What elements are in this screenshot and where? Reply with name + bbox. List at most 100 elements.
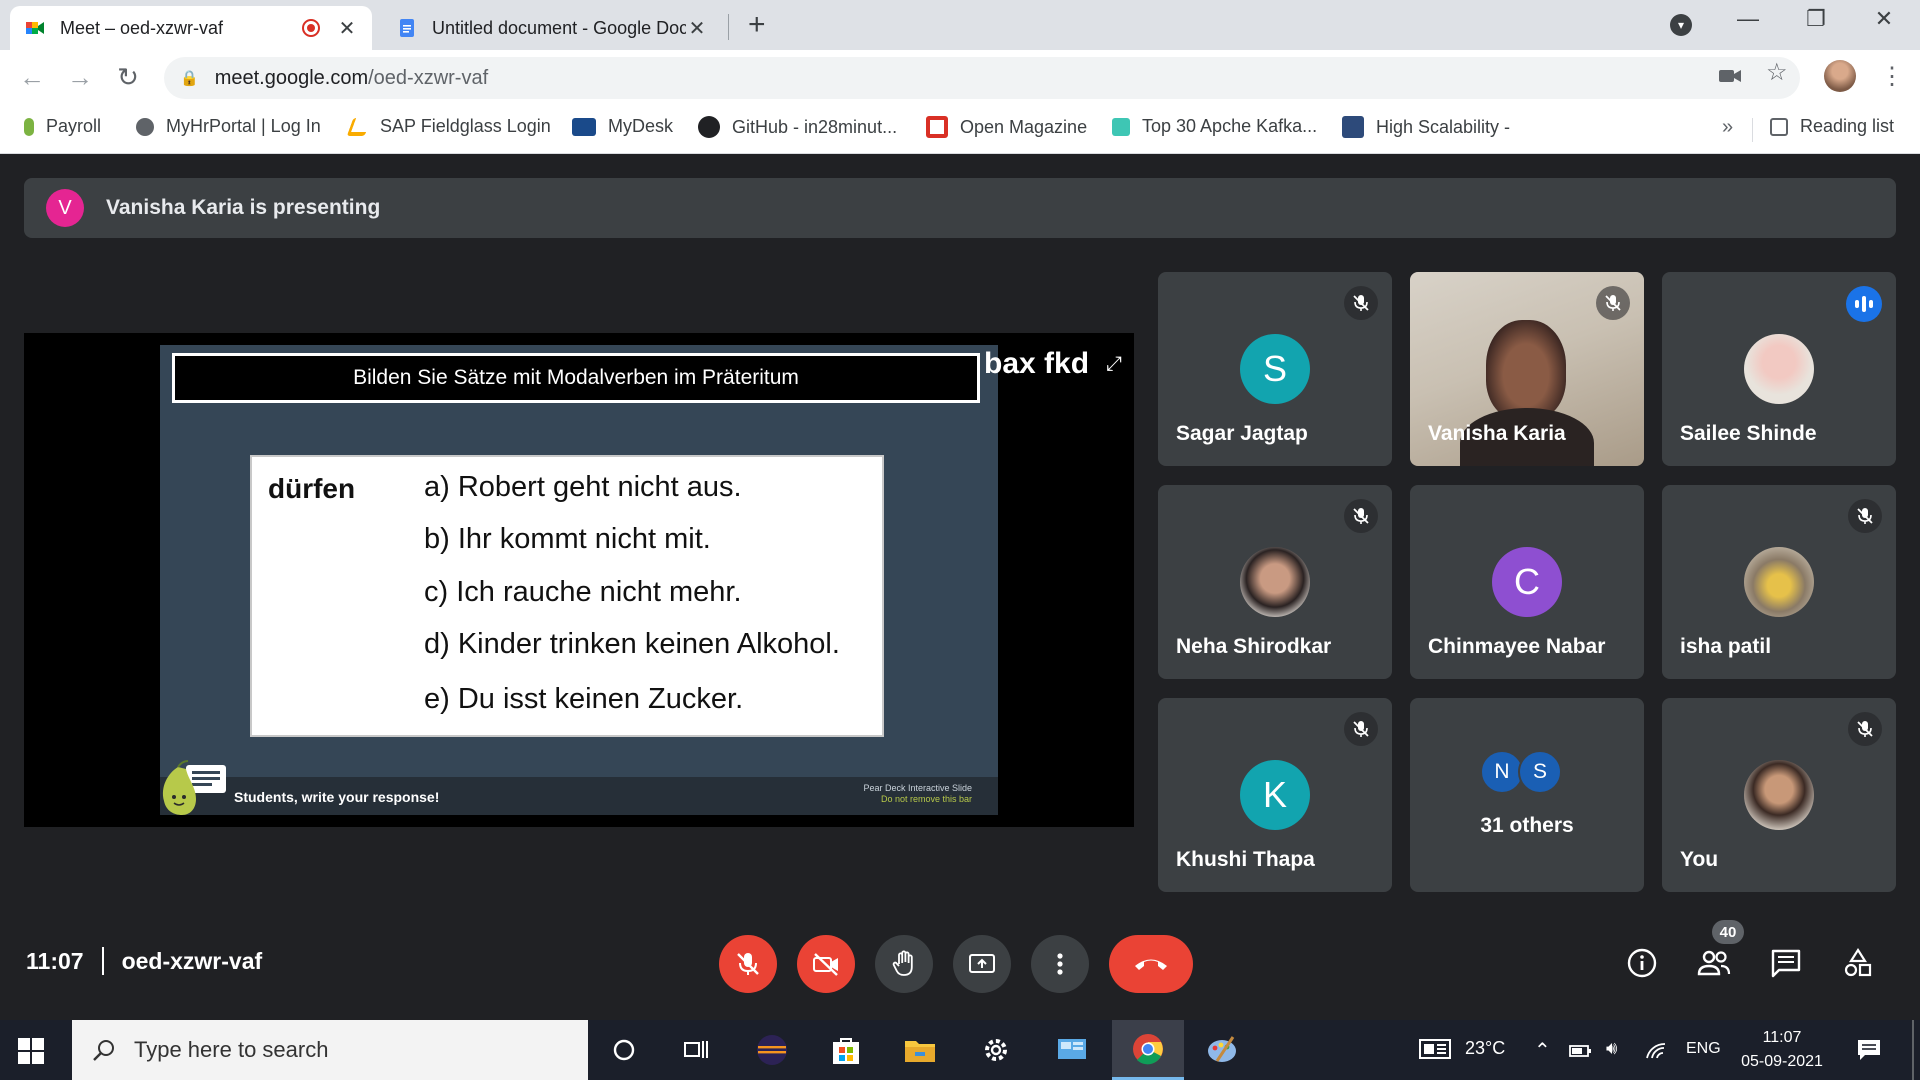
close-window-button[interactable]: ✕ [1864,6,1904,32]
bookmark-star-icon[interactable]: ☆ [1766,58,1788,87]
minimize-button[interactable]: — [1728,6,1768,32]
expand-icon[interactable]: ⤢ [1106,353,1122,376]
raise-hand-button[interactable] [875,935,933,993]
windows-start-icon[interactable] [18,1038,44,1064]
present-screen-button[interactable] [953,935,1011,993]
bookmark-sap-fieldglass[interactable]: SAP Fieldglass Login [346,116,551,137]
tab-search-icon[interactable]: ▾ [1670,14,1692,36]
cortana-icon[interactable] [588,1020,660,1080]
bookmark-mydesk[interactable]: MyDesk [572,116,673,137]
tab-meet[interactable]: Meet – oed-xzwr-vaf ✕ [10,6,372,50]
mic-off-icon [1344,712,1378,746]
microsoft-store-icon[interactable] [810,1020,882,1080]
participant-tile[interactable]: C Chinmayee Nabar [1410,485,1644,679]
close-tab-icon[interactable]: ✕ [336,16,358,41]
taskbar-search[interactable]: Type here to search [72,1020,588,1080]
bookmarks-bar: Payroll MyHrPortal | Log In SAP Fieldgla… [0,106,1920,154]
task-view-icon[interactable] [660,1020,732,1080]
bookmark-myhrportal[interactable]: MyHrPortal | Log In [136,116,321,137]
back-button[interactable]: ← [14,62,50,93]
activities-icon [1844,947,1872,977]
volume-icon[interactable]: 🔊︎ [1606,1038,1617,1059]
people-button[interactable] [1694,943,1734,983]
address-bar[interactable]: 🔒 meet.google.com/oed-xzwr-vaf [164,57,1800,99]
url-path: /oed-xzwr-vaf [368,66,489,89]
eclipse-icon[interactable] [736,1020,808,1080]
bookmarks-separator [1752,118,1753,142]
bookmark-kafka[interactable]: Top 30 Apche Kafka... [1112,116,1317,137]
battery-icon[interactable] [1568,1040,1594,1060]
meeting-time: 11:07 [26,947,84,974]
people-icon [1697,950,1731,976]
meeting-details-button[interactable] [1622,943,1662,983]
fieldglass-icon [346,117,372,136]
chrome-icon[interactable] [1112,1020,1184,1080]
participant-tile-self[interactable]: You [1662,698,1896,892]
browser-menu-icon[interactable]: ⋮ [1880,62,1904,91]
new-tab-button[interactable]: + [748,8,766,42]
participant-tile[interactable]: isha patil [1662,485,1896,679]
paint-icon[interactable] [1186,1020,1258,1080]
bookmark-payroll[interactable]: Payroll [24,116,101,137]
bookmark-label: Top 30 Apche Kafka... [1142,116,1318,136]
reading-list-button[interactable]: Reading list [1770,116,1894,137]
slide-footer: Students, write your response! Pear Deck… [160,777,998,815]
mic-off-icon [737,953,759,975]
participant-face [1486,320,1566,420]
divider [101,947,104,975]
meeting-info: 11:07 oed-xzwr-vaf [26,947,262,975]
participant-tile[interactable]: S Sagar Jagtap [1158,272,1392,466]
others-tile[interactable]: N S 31 others [1410,698,1644,892]
notifications-icon[interactable] [1856,1038,1882,1062]
temperature: 23°C [1465,1038,1506,1058]
input-language[interactable]: ENG [1686,1040,1721,1058]
bookmark-github[interactable]: GitHub - in28minut... [698,116,897,138]
wifi-icon[interactable] [1644,1040,1668,1060]
activities-button[interactable] [1838,943,1878,983]
restore-button[interactable]: ❐ [1796,6,1836,32]
bookmark-high-scalability[interactable]: High Scalability - [1342,116,1510,138]
participant-tile[interactable]: K Khushi Thapa [1158,698,1392,892]
slide-sentence: c) Ich rauche nicht mehr. [424,576,742,608]
file-explorer-icon[interactable] [884,1020,956,1080]
presenter-avatar: V [46,189,84,227]
camera-icon[interactable] [1718,66,1742,86]
reload-button[interactable]: ↻ [110,62,146,93]
bookmark-open-magazine[interactable]: Open Magazine [926,116,1087,138]
taskbar-clock[interactable]: 11:07 05-09-2021 [1736,1026,1828,1074]
mic-toggle-button[interactable] [719,935,777,993]
info-icon [1627,948,1657,978]
control-panel-icon[interactable] [1036,1020,1108,1080]
profile-avatar[interactable] [1824,60,1856,92]
more-options-button[interactable] [1031,935,1089,993]
reading-list-icon [1770,117,1788,136]
participant-tile[interactable]: Vanisha Karia [1410,272,1644,466]
bookmark-label: MyHrPortal | Log In [166,116,321,136]
show-desktop-button[interactable] [1912,1020,1914,1080]
participant-name: Vanisha Karia [1428,422,1566,445]
forward-button[interactable]: → [62,62,98,93]
windows-taskbar: Type here to search 23°C ⌃ 🔊︎ ENG 11:07 … [0,1020,1920,1080]
close-tab-icon[interactable]: ✕ [686,16,708,41]
participant-avatar: S [1518,750,1562,794]
camera-toggle-button[interactable] [797,935,855,993]
slide-sentence: b) Ihr kommt nicht mit. [424,523,711,555]
participant-name: Sailee Shinde [1680,422,1817,445]
tab-google-docs[interactable]: Untitled document - Google Doc ✕ [382,6,722,50]
weather-widget[interactable]: 23°C [1418,1038,1505,1060]
participant-tile[interactable]: Sailee Shinde [1662,272,1896,466]
settings-icon[interactable] [960,1020,1032,1080]
google-docs-icon [400,19,414,37]
slide-sentence: e) Du isst keinen Zucker. [424,683,744,715]
presented-slide: Bilden Sie Sätze mit Modalverben im Prät… [160,345,998,815]
leave-call-button[interactable] [1109,935,1193,993]
show-hidden-icons[interactable]: ⌃ [1534,1038,1551,1063]
chat-button[interactable] [1766,943,1806,983]
more-bookmarks-icon[interactable]: » [1722,116,1733,139]
search-icon [93,1040,114,1061]
slide-footer-prompt: Students, write your response! [234,789,440,805]
presentation-stage[interactable]: Bilden Sie Sätze mit Modalverben im Prät… [24,333,1134,827]
kafka-icon [1112,117,1130,136]
pear-deck-label: Pear Deck Interactive Slide [863,783,972,793]
participant-tile[interactable]: Neha Shirodkar [1158,485,1392,679]
